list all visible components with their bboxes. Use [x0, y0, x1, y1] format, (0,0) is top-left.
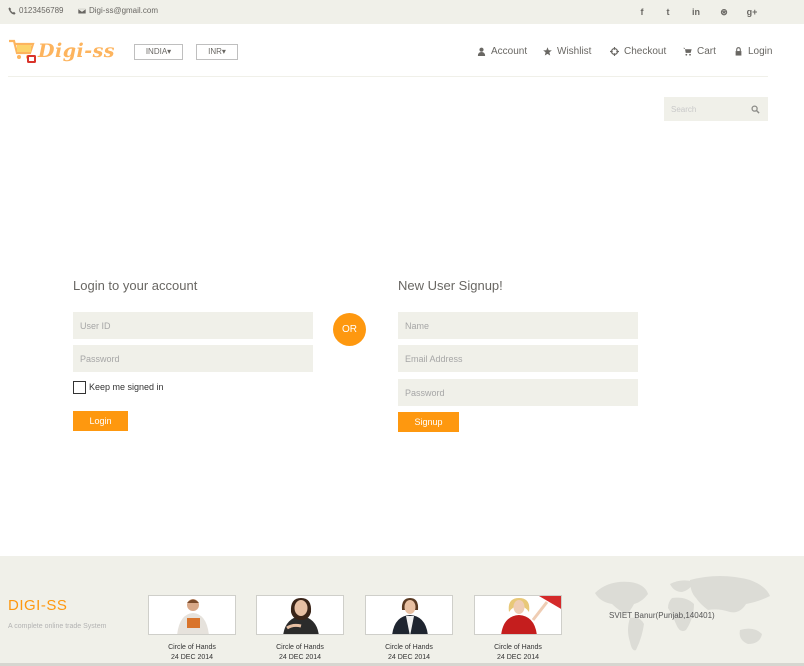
nav-account[interactable]: Account: [477, 44, 527, 58]
footer-tagline: A complete online trade System: [8, 623, 107, 630]
user-icon: [477, 47, 486, 56]
person-image: [257, 596, 343, 634]
shopping-cart-logo-icon: [9, 39, 36, 63]
nav-wishlist[interactable]: Wishlist: [543, 44, 591, 58]
or-divider-badge: OR: [333, 313, 366, 346]
person-image: [475, 596, 561, 634]
email-contact[interactable]: Digi-ss@gmail.com: [78, 6, 158, 15]
video-thumbnail[interactable]: [256, 595, 344, 635]
country-value: INDIA: [145, 47, 168, 56]
nav-cart[interactable]: Cart: [683, 44, 716, 58]
search-icon[interactable]: [751, 105, 760, 114]
login-password-field[interactable]: [73, 345, 313, 372]
name-field[interactable]: [398, 312, 638, 339]
user-id-field[interactable]: [73, 312, 313, 339]
nav-checkout-label: Checkout: [624, 45, 667, 57]
video-title: Circle of Hands: [168, 644, 216, 651]
crosshairs-icon: [610, 46, 619, 56]
phone-contact: 0123456789: [8, 6, 64, 15]
video-title: Circle of Hands: [385, 644, 433, 651]
keep-signed-in-checkbox[interactable]: [73, 381, 86, 394]
phone-icon: [8, 6, 16, 15]
phone-number: 0123456789: [19, 6, 64, 15]
video-title: Circle of Hands: [276, 644, 324, 651]
nav-login[interactable]: Login: [734, 44, 772, 58]
lock-icon: [735, 46, 742, 56]
logo[interactable]: Digi-ss: [8, 36, 115, 66]
nav-account-label: Account: [491, 45, 528, 57]
cart-icon: [683, 47, 692, 56]
caret-down-icon: ▾: [221, 47, 226, 56]
login-button[interactable]: Login: [73, 411, 128, 431]
login-form-title: Login to your account: [73, 278, 198, 293]
video-thumbnail[interactable]: [474, 595, 562, 635]
country-dropdown[interactable]: INDIA▾: [134, 44, 183, 60]
header-divider: [8, 76, 768, 77]
person-image: [149, 596, 235, 634]
email-field[interactable]: [398, 345, 638, 372]
dribbble-icon[interactable]: ⊛: [717, 5, 731, 19]
nav-checkout[interactable]: Checkout: [610, 44, 666, 58]
envelope-icon: [78, 7, 86, 14]
currency-value: INR: [208, 47, 222, 56]
email-address: Digi-ss@gmail.com: [89, 6, 159, 15]
footer-address: SVIET Banur(Punjab,140401): [609, 611, 715, 620]
video-date: 24 DEC 2014: [278, 654, 322, 661]
top-contact-bar: 0123456789 Digi-ss@gmail.com f t in ⊛ g+: [0, 0, 804, 24]
google-plus-icon[interactable]: g+: [745, 5, 759, 19]
video-thumbnail[interactable]: [365, 595, 453, 635]
nav-login-label: Login: [748, 45, 773, 57]
signup-password-field[interactable]: [398, 379, 638, 406]
currency-dropdown[interactable]: INR▾: [196, 44, 238, 60]
twitter-icon[interactable]: t: [661, 5, 675, 19]
video-thumbnail[interactable]: [148, 595, 236, 635]
star-icon: [543, 46, 552, 56]
caret-down-icon: ▾: [167, 47, 172, 56]
video-date: 24 DEC 2014: [496, 654, 540, 661]
nav-cart-label: Cart: [697, 45, 716, 57]
footer-brand: DIGI-SS: [8, 597, 68, 614]
video-date: 24 DEC 2014: [170, 654, 214, 661]
person-image: [366, 596, 452, 634]
signup-form-title: New User Signup!: [398, 278, 503, 293]
logo-text: Digi-ss: [38, 40, 115, 62]
signup-button[interactable]: Signup: [398, 412, 459, 432]
linkedin-icon[interactable]: in: [689, 5, 703, 19]
video-date: 24 DEC 2014: [387, 654, 431, 661]
keep-signed-in-label: Keep me signed in: [89, 382, 164, 392]
video-title: Circle of Hands: [494, 644, 542, 651]
nav-wishlist-label: Wishlist: [557, 45, 592, 57]
facebook-icon[interactable]: f: [635, 5, 649, 19]
